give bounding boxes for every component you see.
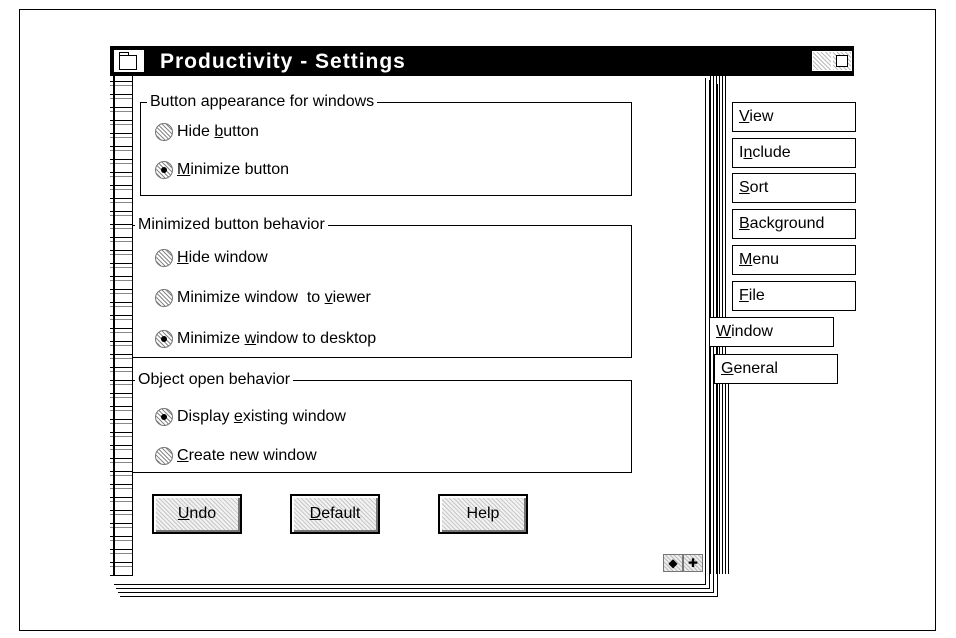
arrow-left-icon: ◆: [668, 556, 678, 570]
radio-minimize-to-desktop[interactable]: Minimize window to desktop: [155, 328, 376, 350]
tab-background[interactable]: Background: [732, 209, 856, 239]
radio-label: Minimize window to viewer: [177, 289, 371, 306]
next-page-button[interactable]: ✚: [683, 554, 703, 572]
tab-menu[interactable]: Menu: [732, 245, 856, 275]
minimized-behavior-group: Minimized button behavior Hide window Mi…: [132, 215, 632, 358]
radio-label: Create new window: [177, 447, 317, 464]
button-label: Help: [466, 505, 500, 522]
radio-create-new-window[interactable]: Create new window: [155, 445, 317, 467]
object-open-group: Object open behavior Display existing wi…: [132, 370, 632, 473]
tab-window[interactable]: Window: [710, 317, 834, 347]
radio-label: Minimize window to desktop: [177, 330, 377, 347]
notebook-tabs: View Include Sort Background Menu File W…: [710, 76, 860, 598]
radio-label: Hide button: [177, 123, 259, 140]
button-label: U: [177, 505, 190, 522]
spiral-binding-spine: [113, 76, 115, 576]
tab-stack-edge: [728, 356, 729, 574]
button-appearance-group: Button appearance for windows Hide butto…: [140, 92, 632, 196]
arrow-right-icon: ✚: [687, 556, 699, 570]
settings-window: Productivity - Settings Button appearanc…: [110, 46, 860, 606]
tab-sort[interactable]: Sort: [732, 173, 856, 203]
button-label: efault: [321, 505, 361, 522]
radio-label: Display existing window: [177, 408, 346, 425]
button-label: D: [309, 505, 322, 522]
radio-minimize-to-viewer[interactable]: Minimize window to viewer: [155, 287, 371, 309]
radio-hide-button[interactable]: Hide button: [155, 121, 259, 143]
tab-include[interactable]: Include: [732, 138, 856, 168]
radio-indicator[interactable]: [155, 161, 173, 179]
group-label: Button appearance for windows: [147, 92, 378, 112]
group-label: Object open behavior: [135, 370, 294, 390]
tab-view[interactable]: View: [732, 102, 856, 132]
previous-page-button[interactable]: ◆: [663, 554, 683, 572]
default-button[interactable]: Default: [290, 494, 380, 534]
radio-hide-window[interactable]: Hide window: [155, 247, 268, 269]
radio-indicator[interactable]: [155, 249, 173, 267]
radio-indicator[interactable]: [155, 447, 173, 465]
radio-indicator[interactable]: [155, 123, 173, 141]
radio-indicator[interactable]: [155, 408, 173, 426]
title-bar[interactable]: Productivity - Settings: [110, 46, 854, 76]
folder-icon[interactable]: [114, 50, 146, 72]
radio-display-existing-window[interactable]: Display existing window: [155, 406, 346, 428]
tab-general[interactable]: General: [714, 354, 838, 384]
radio-indicator[interactable]: [155, 330, 173, 348]
button-label: ndo: [189, 505, 217, 522]
radio-indicator[interactable]: [155, 289, 173, 307]
window-title: Productivity - Settings: [160, 50, 406, 73]
radio-label: Minimize button: [177, 161, 290, 178]
group-label: Minimized button behavior: [135, 215, 328, 235]
tab-file[interactable]: File: [732, 281, 856, 311]
minimize-window-button[interactable]: [812, 51, 832, 71]
radio-minimize-button[interactable]: Minimize button: [155, 159, 289, 181]
undo-button[interactable]: Undo: [152, 494, 242, 534]
maximize-window-button[interactable]: [832, 51, 852, 71]
radio-label: Hide window: [177, 249, 268, 266]
settings-notebook: Button appearance for windows Hide butto…: [110, 76, 720, 598]
help-button[interactable]: Help: [438, 494, 528, 534]
